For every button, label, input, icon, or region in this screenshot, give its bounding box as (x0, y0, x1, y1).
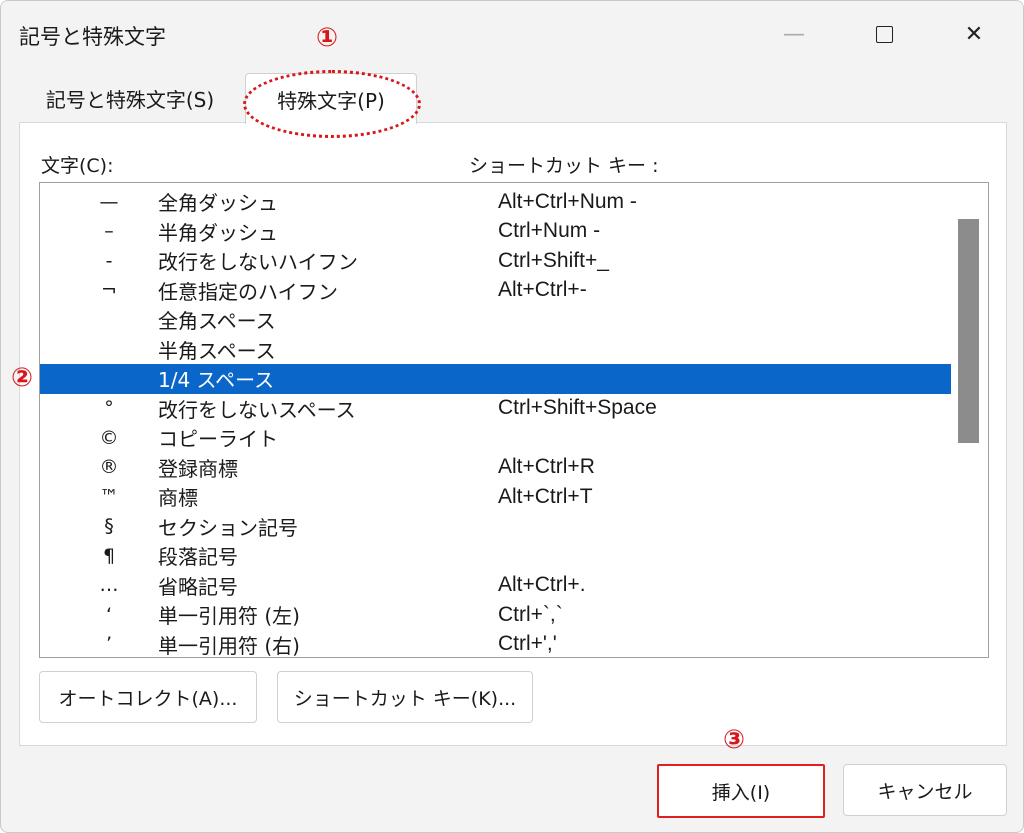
insert-button[interactable]: 挿入(I) (657, 764, 825, 818)
autocorrect-button[interactable]: オートコレクト(A)... (39, 671, 257, 723)
list-item-shortcut: Ctrl+Shift+Space (498, 396, 657, 420)
list-item-shortcut: Ctrl+Shift+_ (498, 248, 609, 272)
list-item-name: 任意指定のハイフン (158, 279, 338, 304)
close-button[interactable]: ✕ (951, 15, 997, 53)
list-item-symbol: ¬ (101, 279, 117, 302)
list-item[interactable]: ° 改行をしないスペース Ctrl+Shift+Space (40, 394, 951, 424)
list-item-selected[interactable]: 1/4 スペース (40, 364, 951, 394)
list-item-symbol: ° (104, 397, 114, 420)
list-item[interactable]: 半角スペース (40, 335, 951, 365)
highlight-ellipse (243, 70, 421, 138)
maximize-button[interactable] (861, 15, 907, 53)
list-item-name: セクション記号 (158, 515, 298, 540)
list-item-symbol: ‘ (105, 603, 113, 626)
list-item-name: 単一引用符 (右) (158, 633, 300, 658)
list-item-symbol: © (99, 426, 119, 449)
column-header-char: 文字(C): (41, 155, 114, 177)
tab-symbols[interactable]: 記号と特殊文字(S) (19, 75, 241, 121)
annotation-2: ② (11, 363, 34, 393)
shortcut-key-button[interactable]: ショートカット キー(K)... (277, 671, 533, 723)
annotation-1: ① (316, 23, 339, 53)
list-item-name: 省略記号 (158, 574, 238, 599)
list-item-shortcut: Ctrl+`,` (498, 602, 563, 626)
list-item-name: 段落記号 (158, 545, 238, 570)
list-item-shortcut: Ctrl+',' (498, 632, 557, 656)
scrollbar-thumb[interactable] (958, 219, 979, 443)
title-bar: 記号と特殊文字 — ✕ (1, 1, 1023, 65)
list-item-name: 登録商標 (158, 456, 238, 481)
list-item-symbol: - (105, 249, 113, 272)
list-item-symbol: ™ (99, 485, 119, 508)
list-item[interactable]: 全角スペース (40, 305, 951, 335)
annotation-3: ③ (723, 725, 746, 755)
list-item-shortcut: Alt+Ctrl+T (498, 484, 593, 508)
list-item-symbol: — (99, 190, 119, 213)
column-header-shortcut: ショートカット キー : (469, 155, 659, 177)
list-item[interactable]: - 改行をしないハイフン Ctrl+Shift+_ (40, 246, 951, 276)
list-item-shortcut: Alt+Ctrl+- (498, 278, 587, 302)
list-item-name: 全角ダッシュ (158, 191, 278, 216)
list-item-name: 改行をしないスペース (158, 397, 356, 422)
list-item[interactable]: © コピーライト (40, 423, 951, 453)
list-item-symbol: … (99, 574, 119, 597)
list-item-symbol: ® (99, 456, 119, 479)
cancel-button[interactable]: キャンセル (843, 764, 1007, 816)
tab-symbols-label: 記号と特殊文字(S) (45, 87, 215, 112)
list-item[interactable]: § セクション記号 (40, 512, 951, 542)
list-item[interactable]: ‘ 単一引用符 (左) Ctrl+`,` (40, 600, 951, 630)
list-item[interactable]: ™ 商標 Alt+Ctrl+T (40, 482, 951, 512)
list-item-name: 半角スペース (158, 338, 276, 363)
list-item[interactable]: – 半角ダッシュ Ctrl+Num - (40, 217, 951, 247)
list-item-name: 1/4 スペース (158, 368, 275, 393)
list-item[interactable]: ® 登録商標 Alt+Ctrl+R (40, 453, 951, 483)
list-item-shortcut: Alt+Ctrl+R (498, 455, 595, 479)
list-item[interactable]: ¬ 任意指定のハイフン Alt+Ctrl+- (40, 276, 951, 306)
list-item-name: コピーライト (158, 427, 278, 452)
list-item[interactable]: ’ 単一引用符 (右) Ctrl+',' (40, 630, 951, 658)
list-item-symbol: – (104, 220, 114, 243)
list-item-name: 単一引用符 (左) (158, 604, 300, 629)
list-item-name: 全角スペース (158, 309, 276, 334)
list-item-name: 商標 (158, 486, 198, 511)
maximize-icon (875, 25, 893, 43)
dialog-title: 記号と特殊文字 (19, 25, 166, 49)
symbol-dialog: 記号と特殊文字 — ✕ 記号と特殊文字(S) 特殊文字(P) 文字(C): ショ… (0, 0, 1024, 833)
list-item-shortcut: Alt+Ctrl+. (498, 573, 586, 597)
special-character-list[interactable]: — 全角ダッシュ Alt+Ctrl+Num - – 半角ダッシュ Ctrl+Num - … (39, 182, 989, 658)
list-item[interactable]: — 全角ダッシュ Alt+Ctrl+Num - (40, 187, 951, 217)
close-icon: ✕ (964, 21, 984, 47)
list-item-symbol: ’ (105, 633, 113, 656)
minimize-button[interactable]: — (771, 15, 817, 53)
list-item-name: 改行をしないハイフン (158, 250, 358, 275)
list-item-symbol: ¶ (102, 544, 116, 567)
minimize-icon: — (783, 21, 805, 47)
list-item-shortcut: Alt+Ctrl+Num - (498, 189, 637, 213)
list-item[interactable]: ¶ 段落記号 (40, 541, 951, 571)
list-item-name: 半角ダッシュ (158, 220, 278, 245)
list-item-shortcut: Ctrl+Num - (498, 219, 601, 243)
list-item-symbol: § (104, 515, 114, 538)
list-item[interactable]: … 省略記号 Alt+Ctrl+. (40, 571, 951, 601)
